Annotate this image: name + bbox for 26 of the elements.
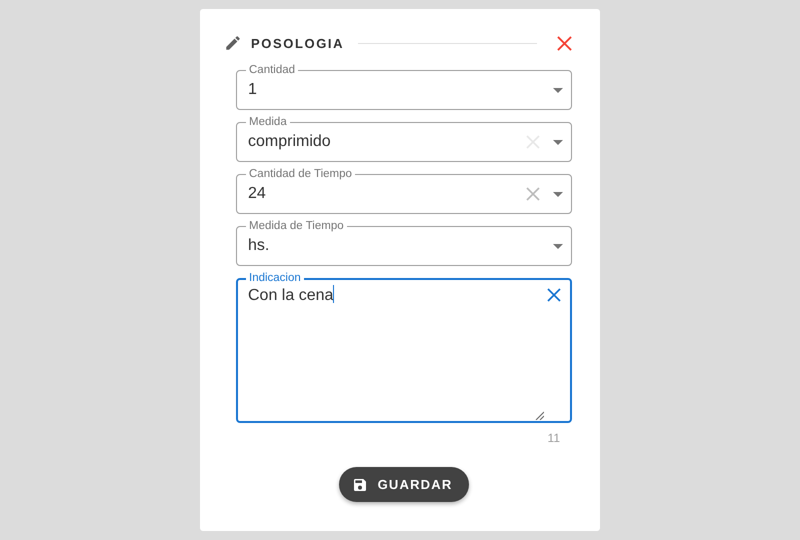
field-value: hs. xyxy=(248,237,270,255)
select-field[interactable]: Cantidad 1 xyxy=(236,64,572,110)
select-field[interactable]: Cantidad de Tiempo 24 xyxy=(236,168,572,214)
field-value: 1 xyxy=(248,81,258,99)
character-counter: 11 xyxy=(548,431,560,445)
dialog-title: POSOLOGIA xyxy=(251,36,344,50)
text-area[interactable]: Indicacion Con la cena xyxy=(236,272,572,423)
select-field[interactable]: Medida de Tiempo hs. xyxy=(236,220,572,266)
field-value: 24 xyxy=(248,185,267,203)
dropdown-arrow-icon[interactable] xyxy=(553,88,563,92)
field-value: comprimido xyxy=(248,133,332,151)
field-label: Medida xyxy=(248,116,288,129)
resize-grip-icon[interactable] xyxy=(535,411,544,420)
field-label: Indicacion xyxy=(248,272,302,285)
pencil-icon xyxy=(224,34,242,52)
close-icon[interactable] xyxy=(557,36,572,50)
field-label: Cantidad de Tiempo xyxy=(248,168,353,181)
dropdown-arrow-icon[interactable] xyxy=(553,192,563,196)
field-label: Cantidad xyxy=(248,64,296,77)
clear-icon[interactable] xyxy=(546,287,562,303)
save-button[interactable]: GUARDAR xyxy=(338,467,470,502)
dropdown-arrow-icon[interactable] xyxy=(553,244,563,248)
dropdown-arrow-icon[interactable] xyxy=(553,140,563,144)
select-field[interactable]: Medida comprimido xyxy=(236,116,572,162)
field-label: Medida de Tiempo xyxy=(248,220,345,233)
field-value: Con la cena xyxy=(248,285,336,305)
